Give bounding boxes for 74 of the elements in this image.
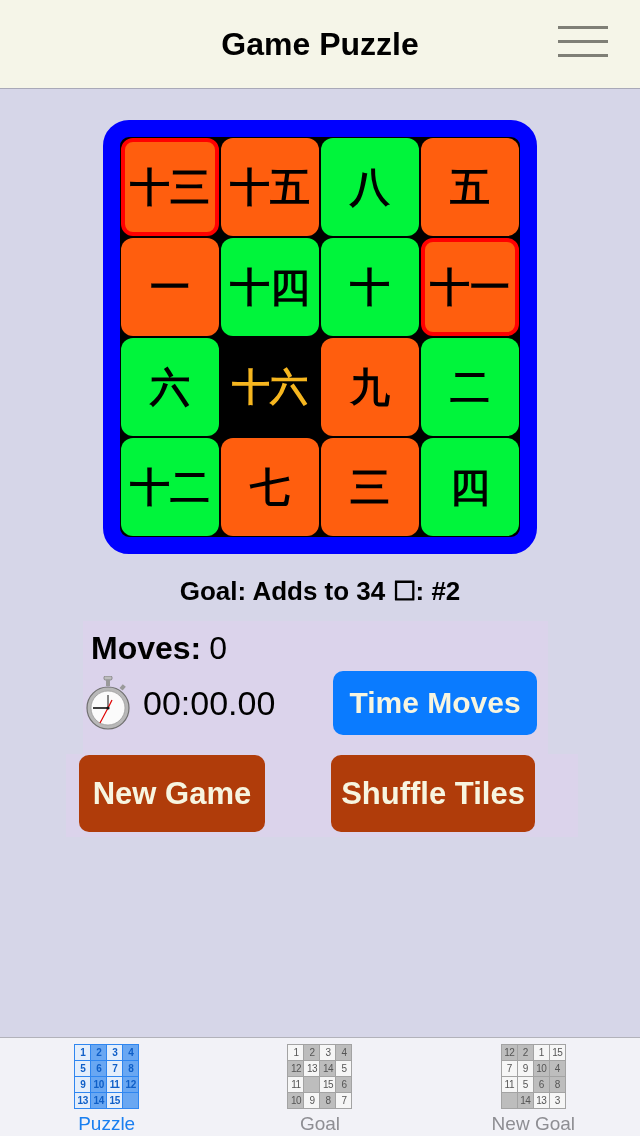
grid-number: 11 xyxy=(288,1077,304,1092)
grid-number: 6 xyxy=(533,1077,549,1092)
grid-number: 2 xyxy=(517,1045,533,1060)
tab[interactable]: 1 2 3 4 12 13 14 5 11 15 6 10 9 8 7 Goal xyxy=(213,1038,427,1136)
grid-number: 14 xyxy=(91,1093,107,1108)
shuffle-tiles-button[interactable]: Shuffle Tiles xyxy=(331,755,535,832)
tile[interactable]: 七 xyxy=(221,438,319,536)
grid-number: 4 xyxy=(549,1061,565,1076)
grid-number: 8 xyxy=(320,1093,336,1108)
grid-number: 1 xyxy=(75,1045,91,1060)
tile[interactable]: 五 xyxy=(421,138,519,236)
grid-number: 5 xyxy=(336,1061,352,1076)
tab[interactable]: 1 2 3 4 5 6 7 8 9 10 11 12 13 14 15 Puzzle xyxy=(0,1038,214,1136)
tile[interactable]: 四 xyxy=(421,438,519,536)
tile[interactable]: 十 xyxy=(321,238,419,336)
tile[interactable]: 十一 xyxy=(421,238,519,336)
menu-icon[interactable] xyxy=(558,26,608,57)
empty-slot-number: 十六 xyxy=(231,364,309,411)
grid-number: 15 xyxy=(107,1093,123,1108)
grid-number: 10 xyxy=(288,1093,304,1108)
tile[interactable]: 十五 xyxy=(221,138,319,236)
tile[interactable]: 二 xyxy=(421,338,519,436)
grid-number: 8 xyxy=(549,1077,565,1092)
tile[interactable]: 十二 xyxy=(121,438,219,536)
grid-number: 11 xyxy=(107,1077,123,1092)
grid-number: 4 xyxy=(336,1045,352,1060)
grid-number: 12 xyxy=(501,1045,517,1060)
grid-number: 7 xyxy=(336,1093,352,1108)
moves-label: Moves: xyxy=(91,632,202,664)
grid-number: 13 xyxy=(533,1093,549,1108)
grid-number: 1 xyxy=(533,1045,549,1060)
grid-number: 15 xyxy=(549,1045,565,1060)
grid-number: 15 xyxy=(320,1077,336,1092)
grid-number: 11 xyxy=(501,1077,517,1092)
grid-number: 9 xyxy=(304,1093,320,1108)
grid-number: 6 xyxy=(91,1061,107,1076)
grid-number: 9 xyxy=(75,1077,91,1092)
grid-number: 12 xyxy=(288,1061,304,1076)
moves-count: 0 xyxy=(209,632,228,664)
tile[interactable]: 八 xyxy=(321,138,419,236)
elapsed-time: 00:00.00 xyxy=(143,686,276,720)
stopwatch-icon xyxy=(85,676,131,730)
grid-number: 13 xyxy=(304,1061,320,1076)
grid-number: 13 xyxy=(75,1093,91,1108)
goal-text: Goal: Adds to 34 ☐: #2 xyxy=(179,575,461,607)
tile[interactable]: 六 xyxy=(121,338,219,436)
grid-number: 10 xyxy=(533,1061,549,1076)
grid-number: 14 xyxy=(517,1093,533,1108)
tile[interactable]: 一 xyxy=(121,238,219,336)
screen-title: Game Puzzle xyxy=(221,28,419,60)
grid-number: 8 xyxy=(123,1061,139,1076)
grid-number: 14 xyxy=(320,1061,336,1076)
grid-number: 3 xyxy=(107,1045,123,1060)
grid-number: 5 xyxy=(517,1077,533,1092)
grid-number: 10 xyxy=(91,1077,107,1092)
tile[interactable]: 十三 xyxy=(121,138,219,236)
grid-number: 3 xyxy=(549,1093,565,1108)
grid-number: 12 xyxy=(123,1077,139,1092)
time-moves-button[interactable]: Time Moves xyxy=(333,671,537,735)
grid-number: 5 xyxy=(75,1061,91,1076)
grid-number: 9 xyxy=(517,1061,533,1076)
grid-number: 2 xyxy=(91,1045,107,1060)
grid-number: 3 xyxy=(320,1045,336,1060)
grid-number: 7 xyxy=(501,1061,517,1076)
grid-number: 6 xyxy=(336,1077,352,1092)
tile[interactable]: 三 xyxy=(321,438,419,536)
tile[interactable]: 九 xyxy=(321,338,419,436)
tile[interactable]: 十四 xyxy=(221,238,319,336)
grid-number: 2 xyxy=(304,1045,320,1060)
tab[interactable]: 12 2 1 15 7 9 10 4 11 5 6 8 14 13 3 New Goal xyxy=(426,1038,640,1136)
new-game-button[interactable]: New Game xyxy=(79,755,265,832)
grid-number: 1 xyxy=(288,1045,304,1060)
grid-number: 7 xyxy=(107,1061,123,1076)
grid-number: 4 xyxy=(123,1045,139,1060)
